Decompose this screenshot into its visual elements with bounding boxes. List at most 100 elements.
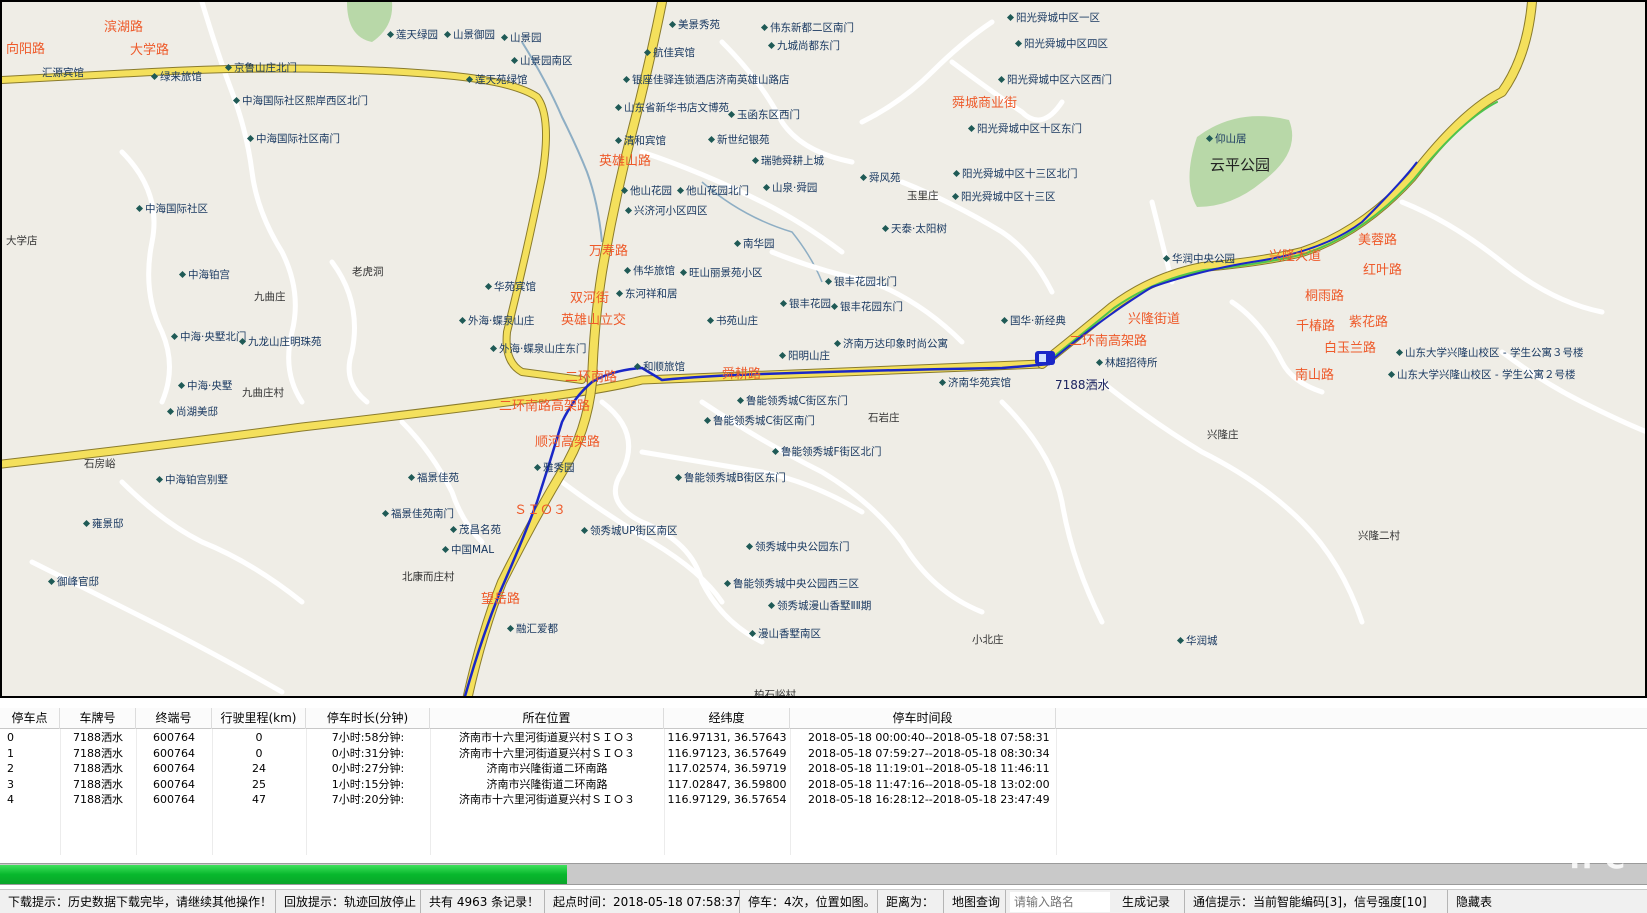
poi-label[interactable]: 林超招待所 <box>1097 357 1158 369</box>
poi-label[interactable]: 中海·央墅 <box>179 380 232 392</box>
poi-label[interactable]: 阳光舜城中区十区东门 <box>969 123 1082 135</box>
poi-label[interactable]: 天泰·太阳树 <box>883 223 947 235</box>
hide-table-button[interactable]: 隐藏表 <box>1448 890 1508 913</box>
poi-label[interactable]: 中海铂宫别墅 <box>157 474 228 486</box>
poi-label[interactable]: 京鲁山庄北门 <box>226 62 297 74</box>
poi-label[interactable]: 山东大学兴隆山校区 - 学生公寓２号楼 <box>1389 369 1575 381</box>
poi-label[interactable]: 中海·央墅北门 <box>172 331 246 343</box>
poi-label[interactable]: 山景御园 <box>445 29 495 41</box>
column-header[interactable]: 终端号 <box>136 708 212 729</box>
playback-progress-bar[interactable] <box>0 863 1647 885</box>
poi-label[interactable]: 他山花园 <box>622 185 672 197</box>
poi-label[interactable]: 阳光舜城中区六区西门 <box>999 74 1112 86</box>
poi-label[interactable]: 中国MAL <box>443 544 494 556</box>
poi-label[interactable]: 山泉·舜园 <box>764 182 817 194</box>
poi-label[interactable]: 他山花园北门 <box>678 185 749 197</box>
column-header[interactable]: 行驶里程(km) <box>212 708 306 729</box>
poi-label[interactable]: 伟东新都二区南门 <box>762 22 854 34</box>
poi-label[interactable]: 南华园 <box>735 238 775 250</box>
poi-label[interactable]: 九龙山庄明珠苑 <box>240 336 322 348</box>
poi-label[interactable]: 玉函东区西门 <box>729 109 800 121</box>
poi-label[interactable]: 中海国际社区南门 <box>248 133 340 145</box>
poi-label[interactable]: 瑞驰舜耕上城 <box>753 155 824 167</box>
poi-label[interactable]: 新世纪银苑 <box>709 134 770 146</box>
table-row[interactable]: 4 7188洒水 600764 47 7小时:20分钟: 济南市十六里河街道夏兴村ＳＩＯ３… <box>0 792 1647 808</box>
poi-label[interactable]: 领秀城中央公园东门 <box>747 541 850 553</box>
poi-label[interactable]: 鲁能领秀城中央公园西三区 <box>725 578 859 590</box>
poi-label[interactable]: 旺山丽景苑小区 <box>681 267 763 279</box>
table-row[interactable]: 0 7188洒水 600764 0 7小时:58分钟: 济南市十六里河街道夏兴村ＳＩＯ３ 1… <box>0 730 1647 746</box>
column-header[interactable]: 车牌号 <box>60 708 136 729</box>
table-row[interactable]: 1 7188洒水 600764 0 0小时:31分钟: 济南市十六里河街道夏兴村ＳＩＯ３ 1… <box>0 746 1647 762</box>
map-query-button[interactable]: 地图查询 <box>944 890 1006 913</box>
poi-label[interactable]: 莲天绿园 <box>388 29 438 41</box>
table-row[interactable]: 3 7188洒水 600764 25 1小时:15分钟: 济南市兴隆街道二环南路 117.0… <box>0 777 1647 793</box>
poi-label[interactable]: 九城尚都东门 <box>769 40 840 52</box>
poi-label[interactable]: 山景园南区 <box>512 55 573 67</box>
poi-label[interactable]: 御峰官邸 <box>49 576 99 588</box>
poi-label[interactable]: 融汇爱都 <box>508 623 558 635</box>
road-label: 桐雨路 <box>1305 289 1345 304</box>
poi-label[interactable]: 山景园 <box>502 32 542 44</box>
poi-label[interactable]: 汇源宾馆 <box>42 67 84 79</box>
poi-label[interactable]: 国华·新经典 <box>1002 315 1066 327</box>
poi-label[interactable]: 阳光舜城中区四区 <box>1016 38 1108 50</box>
poi-label[interactable]: 鲁能领秀城B街区东门 <box>676 472 786 484</box>
poi-label[interactable]: 东河祥和居 <box>617 288 678 300</box>
poi-label[interactable]: 领秀城漫山香墅ⅡⅡ期 <box>769 600 871 612</box>
poi-label[interactable]: 书苑山庄 <box>708 315 758 327</box>
poi-label[interactable]: 福景佳苑南门 <box>383 508 454 520</box>
poi-label[interactable]: 银丰花园北门 <box>826 276 897 288</box>
poi-label[interactable]: 鲁能领秀城C街区南门 <box>705 415 815 427</box>
poi-label[interactable]: 阳明山庄 <box>780 350 830 362</box>
map-view[interactable]: 莲天绿园 山景御园 山景园山景园南区莲天苑绿馆 京鲁山庄北门 汇源宾馆 绿来旅馆中海国际社… <box>0 0 1647 698</box>
poi-label[interactable]: 中海国际社区熙岸西区北门 <box>234 95 368 107</box>
poi-label[interactable]: 和顺旅馆 <box>635 361 685 373</box>
poi-label[interactable]: 雍景邸 <box>84 518 124 530</box>
poi-label[interactable]: 航佳宾馆 <box>645 47 695 59</box>
poi-label[interactable]: 外海·蝶泉山庄 <box>460 315 534 327</box>
poi-label[interactable]: 华苑宾馆 <box>486 281 536 293</box>
poi-label[interactable]: 银座佳驿连锁酒店济南英雄山路店 <box>624 74 790 86</box>
column-header[interactable]: 停车时长(分钟) <box>306 708 430 729</box>
poi-label[interactable]: 外海·蝶泉山庄东门 <box>491 343 586 355</box>
poi-label[interactable]: 阳光舜城中区十三区北门 <box>954 168 1078 180</box>
road-name-input[interactable] <box>1010 892 1110 912</box>
poi-label[interactable]: 华润城 <box>1178 635 1218 647</box>
poi-label[interactable]: 仰山居 <box>1207 133 1247 145</box>
poi-label[interactable]: 山东大学兴隆山校区 - 学生公寓３号楼 <box>1397 347 1583 359</box>
column-header[interactable]: 停车时间段 <box>790 708 1056 729</box>
poi-label[interactable]: 济南万达印象时尚公寓 <box>835 338 948 350</box>
column-header[interactable]: 所在位置 <box>430 708 664 729</box>
poi-label[interactable]: 雅秀园 <box>535 462 575 474</box>
poi-label[interactable]: 济南华苑宾馆 <box>940 377 1011 389</box>
column-header[interactable]: 停车点 <box>0 708 60 729</box>
poi-label[interactable]: 中海国际社区 <box>137 203 208 215</box>
table-row[interactable]: 2 7188洒水 600764 24 0小时:27分钟: 济南市兴隆街道二环南路 117.0… <box>0 761 1647 777</box>
poi-label[interactable]: 尚湖美邸 <box>168 406 218 418</box>
poi-label[interactable]: 华润中央公园 <box>1164 253 1235 265</box>
poi-label[interactable]: 莲天苑绿馆 <box>467 74 528 86</box>
poi-label[interactable]: 山东省新华书店文博苑 <box>616 102 729 114</box>
poi-label[interactable]: 鲁能领秀城C街区东门 <box>738 395 848 407</box>
poi-label[interactable]: 中海铂宫 <box>180 269 230 281</box>
poi-label[interactable]: 银丰花园 <box>781 298 831 310</box>
generate-record-button[interactable]: 生成记录 <box>1114 890 1185 913</box>
poi-label[interactable]: 阳光舜城中区十三区 <box>953 191 1056 203</box>
poi-label[interactable]: 漫山香墅南区 <box>750 628 821 640</box>
poi-label[interactable]: 鲁能领秀城F街区北门 <box>773 446 882 458</box>
poi-label[interactable]: 清和宾馆 <box>616 135 666 147</box>
poi-label[interactable]: 美景秀苑 <box>670 19 720 31</box>
table-cell: 7小时:58分钟: <box>331 731 405 744</box>
poi-label[interactable]: 绿来旅馆 <box>152 71 202 83</box>
poi-label[interactable]: 银丰花园东门 <box>832 301 903 313</box>
poi-label[interactable]: 伟华旅馆 <box>625 265 675 277</box>
status-bar: 下载提示：历史数据下载完毕，请继续其他操作！ 回放提示：轨迹回放停止 共有 49… <box>0 889 1647 913</box>
poi-label[interactable]: 舜风苑 <box>861 172 901 184</box>
poi-label[interactable]: 茂昌名苑 <box>451 524 501 536</box>
poi-label[interactable]: 领秀城UP街区南区 <box>582 525 678 537</box>
poi-label[interactable]: 阳光舜城中区一区 <box>1008 12 1100 24</box>
poi-label[interactable]: 福景佳苑 <box>409 472 459 484</box>
poi-label[interactable]: 兴济河小区四区 <box>626 205 708 217</box>
column-header[interactable]: 经纬度 <box>664 708 790 729</box>
